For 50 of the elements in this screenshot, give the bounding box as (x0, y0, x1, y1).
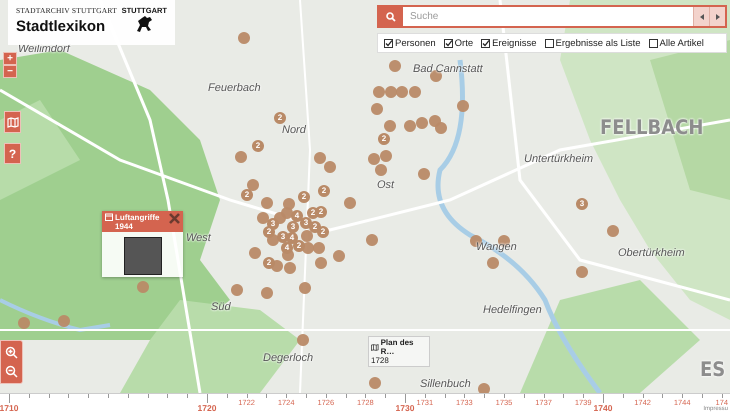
place-label: Nord (282, 124, 306, 136)
place-label: Weilimdorf (18, 43, 70, 55)
place-label: FELLBACH (600, 115, 704, 139)
filter-label: Ereignisse (492, 38, 537, 48)
popup-year: 1944 (115, 222, 134, 231)
search-field[interactable]: Suche (403, 7, 693, 26)
zoom-out-icon[interactable] (5, 365, 18, 378)
place-label: Untertürkheim (524, 153, 594, 165)
popup-title: Luftangriffe (115, 213, 160, 222)
year-label: 1710 (0, 403, 18, 413)
place-label: Hedelfingen (483, 304, 542, 316)
caret-left-icon (700, 14, 704, 20)
place-label: ES (700, 357, 726, 381)
checkbox[interactable] (648, 38, 658, 48)
map-icon (371, 344, 379, 350)
tooltip-year: 1728 (371, 356, 390, 365)
previous-button[interactable] (693, 7, 709, 26)
place-label: Obertürkheim (618, 247, 685, 259)
filter-label: Personen (395, 38, 436, 48)
checkbox[interactable] (481, 38, 490, 48)
zoom-in-button[interactable]: + (3, 52, 17, 65)
filter-label: Alle Artikel (660, 38, 704, 48)
place-label: Ost (377, 179, 394, 191)
year-label: 1730 (396, 403, 414, 413)
zoom-out-button[interactable]: − (3, 65, 17, 78)
photo-placeholder[interactable] (124, 237, 162, 275)
place-label: Feuerbach (208, 82, 261, 94)
filter-label: Orte (454, 38, 474, 48)
place-label: Wangen (476, 241, 517, 253)
place-label: Sillenbuch (420, 378, 471, 390)
year-label: 1740 (594, 403, 612, 413)
year-label: 1720 (198, 403, 216, 413)
calendar-icon (105, 213, 113, 221)
next-button[interactable] (709, 7, 725, 26)
place-label: Bad Cannstatt (413, 63, 483, 75)
place-label: Degerloch (263, 352, 314, 364)
help-button[interactable]: ? (4, 143, 21, 164)
checkbox[interactable] (384, 38, 393, 48)
close-icon[interactable] (169, 213, 180, 224)
place-label: Süd (211, 301, 231, 313)
checkbox[interactable] (444, 38, 453, 48)
filter-label: Ergebnisse als Liste (556, 38, 641, 48)
checkbox[interactable] (544, 38, 554, 48)
zoom-in-icon[interactable] (5, 346, 18, 359)
search-icon (386, 12, 396, 22)
map-button[interactable] (4, 111, 21, 133)
caret-right-icon (716, 14, 720, 20)
map-icon (6, 116, 18, 128)
app-title: Stadtlexikon (16, 18, 106, 35)
tooltip-title: Plan des R… (380, 338, 414, 356)
